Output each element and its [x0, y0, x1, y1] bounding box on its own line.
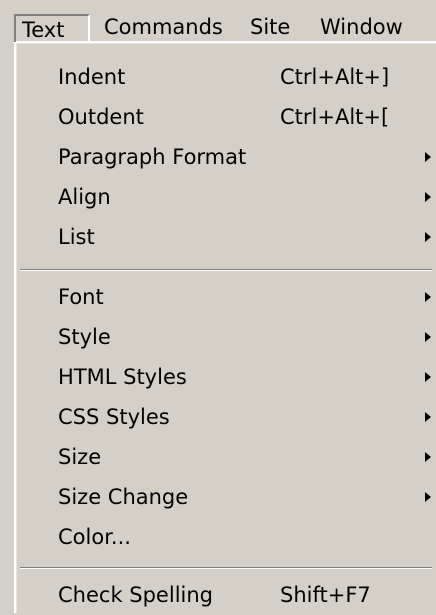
menu-item-size[interactable]: Size	[16, 437, 436, 477]
menu-item-label: Style	[58, 325, 111, 349]
menu-text[interactable]: Text	[14, 14, 90, 42]
menu-item-list[interactable]: List	[16, 217, 436, 257]
menu-item-label: CSS Styles	[58, 405, 170, 429]
shortcut-label: Shift+F7	[280, 583, 371, 607]
menu-separator	[20, 567, 432, 569]
submenu-arrow-icon	[425, 192, 431, 202]
menu-item-label: Size Change	[58, 485, 189, 509]
submenu-arrow-icon	[425, 332, 431, 342]
menu-item-label: Color...	[58, 525, 131, 549]
shortcut-label: Ctrl+Alt+[	[280, 105, 390, 129]
menu-commands[interactable]: Commands	[104, 14, 223, 40]
menu-item-label: Font	[58, 285, 104, 309]
menu-window[interactable]: Window	[320, 14, 403, 40]
menu-item-paragraph-format[interactable]: Paragraph Format	[16, 137, 436, 177]
submenu-arrow-icon	[425, 452, 431, 462]
submenu-arrow-icon	[425, 232, 431, 242]
menu-item-label: Size	[58, 445, 102, 469]
menu-item-label: List	[58, 225, 95, 249]
menu-item-label: Check Spelling	[58, 583, 213, 607]
menu-item-check-spelling[interactable]: Check Spelling Shift+F7	[16, 575, 436, 615]
menu-site[interactable]: Site	[250, 14, 290, 40]
menu-item-label: Paragraph Format	[58, 145, 247, 169]
menu-separator	[20, 269, 432, 271]
submenu-arrow-icon	[425, 412, 431, 422]
menu-item-color[interactable]: Color...	[16, 517, 436, 557]
submenu-arrow-icon	[425, 292, 431, 302]
menu-item-size-change[interactable]: Size Change	[16, 477, 436, 517]
menu-item-align[interactable]: Align	[16, 177, 436, 217]
menu-item-outdent[interactable]: Outdent Ctrl+Alt+[	[16, 97, 436, 137]
menu-item-style[interactable]: Style	[16, 317, 436, 357]
shortcut-label: Ctrl+Alt+]	[280, 65, 390, 89]
submenu-arrow-icon	[425, 152, 431, 162]
menu-item-font[interactable]: Font	[16, 277, 436, 317]
menu-bar: Text Commands Site Window	[0, 0, 436, 42]
submenu-arrow-icon	[425, 492, 431, 502]
menu-item-label: HTML Styles	[58, 365, 187, 389]
menu-item-indent[interactable]: Indent Ctrl+Alt+]	[16, 57, 436, 97]
text-menu-dropdown: Indent Ctrl+Alt+] Outdent Ctrl+Alt+[ Par…	[14, 41, 436, 613]
menu-item-html-styles[interactable]: HTML Styles	[16, 357, 436, 397]
menu-item-label: Align	[58, 185, 111, 209]
menu-item-css-styles[interactable]: CSS Styles	[16, 397, 436, 437]
menu-item-label: Indent	[58, 65, 126, 89]
menu-item-label: Outdent	[58, 105, 144, 129]
submenu-arrow-icon	[425, 372, 431, 382]
